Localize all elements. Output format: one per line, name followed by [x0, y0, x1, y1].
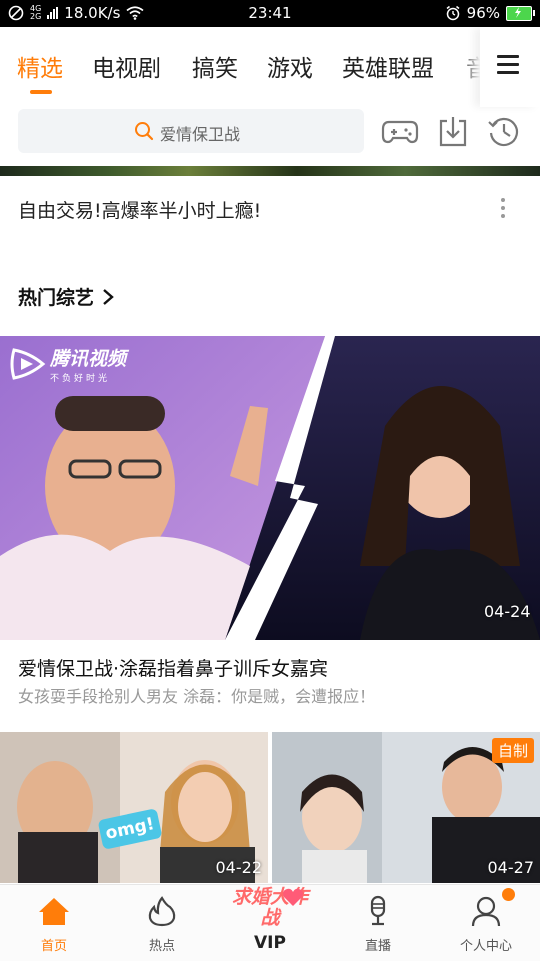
battery-icon — [506, 5, 535, 21]
video-thumbnail-left[interactable]: omg! 04-22 — [0, 732, 268, 883]
active-tab-indicator — [30, 90, 52, 94]
video-date-label: 04-24 — [484, 602, 531, 621]
play-logo-icon — [10, 348, 46, 380]
tab-featured[interactable]: 精选 — [17, 49, 63, 83]
status-bar: 4G 2G 18.0K/s 23:41 96% — [0, 0, 540, 27]
heart-icon — [283, 888, 303, 906]
tab-funny[interactable]: 搞笑 — [192, 49, 238, 83]
flame-icon — [148, 896, 176, 927]
microphone-icon — [370, 895, 386, 926]
tencent-video-logo: 腾讯视频 不负好时光 — [10, 344, 126, 384]
nav-home[interactable]: 首页 — [0, 885, 108, 961]
bottom-navigation: 首页 热点 求婚大作战 VIP 直播 个人中心 — [0, 884, 540, 961]
notification-dot — [502, 888, 515, 901]
video-subtitle: 女孩耍手段抢别人男友 涂磊：你是贼，会遭报应！ — [18, 687, 376, 706]
chevron-right-icon — [102, 289, 114, 305]
channel-menu-button[interactable] — [480, 27, 540, 107]
channel-tabs: 精选 电视剧 搞笑 游戏 英雄联盟 音 — [0, 27, 540, 107]
nav-vip[interactable]: 求婚大作战 VIP — [216, 885, 324, 961]
tabs-fade — [460, 27, 480, 107]
featured-video-thumbnail[interactable]: 腾讯视频 不负好时光 04-24 — [0, 336, 540, 640]
ad-banner-image[interactable] — [0, 166, 540, 176]
video-title[interactable]: 爱情保卫战·涂磊指着鼻子训斥女嘉宾 — [18, 654, 328, 681]
home-icon — [39, 898, 69, 925]
logo-slogan-text: 不负好时光 — [50, 374, 111, 384]
history-icon[interactable] — [487, 113, 521, 149]
tab-lol[interactable]: 英雄联盟 — [342, 49, 434, 83]
video-date-label: 04-22 — [215, 858, 263, 877]
battery-percent: 96% — [466, 4, 500, 22]
video-date-label: 04-27 — [487, 858, 535, 877]
nav-label: 热点 — [148, 939, 175, 954]
search-input[interactable]: 爱情保卫战 — [18, 109, 364, 153]
original-badge: 自制 — [491, 738, 534, 763]
ad-title[interactable]: 自由交易!高爆率半小时上瘾! — [18, 196, 261, 223]
search-icon — [135, 122, 154, 141]
video-thumbnail-right[interactable]: 自制 04-27 — [272, 732, 540, 883]
alarm-icon — [446, 5, 460, 21]
section-header-variety[interactable]: 热门综艺 — [18, 283, 115, 310]
nav-label: 直播 — [364, 939, 391, 954]
gamepad-icon[interactable] — [381, 113, 419, 149]
nav-profile[interactable]: 个人中心 — [432, 885, 540, 961]
nav-hot[interactable]: 热点 — [108, 885, 216, 961]
search-placeholder: 爱情保卫战 — [160, 125, 241, 144]
tab-tv-series[interactable]: 电视剧 — [92, 49, 161, 83]
nav-live[interactable]: 直播 — [324, 885, 432, 961]
status-right: 96% — [445, 4, 535, 22]
logo-brand-text: 腾讯视频 — [50, 348, 127, 370]
more-options-icon[interactable] — [498, 196, 508, 220]
nav-label: 首页 — [40, 939, 67, 954]
download-icon[interactable] — [437, 113, 469, 149]
nav-label: 个人中心 — [459, 939, 512, 954]
nav-label: VIP — [254, 933, 286, 953]
user-icon — [471, 896, 501, 927]
tab-games[interactable]: 游戏 — [267, 49, 313, 83]
section-title: 热门综艺 — [18, 287, 95, 309]
